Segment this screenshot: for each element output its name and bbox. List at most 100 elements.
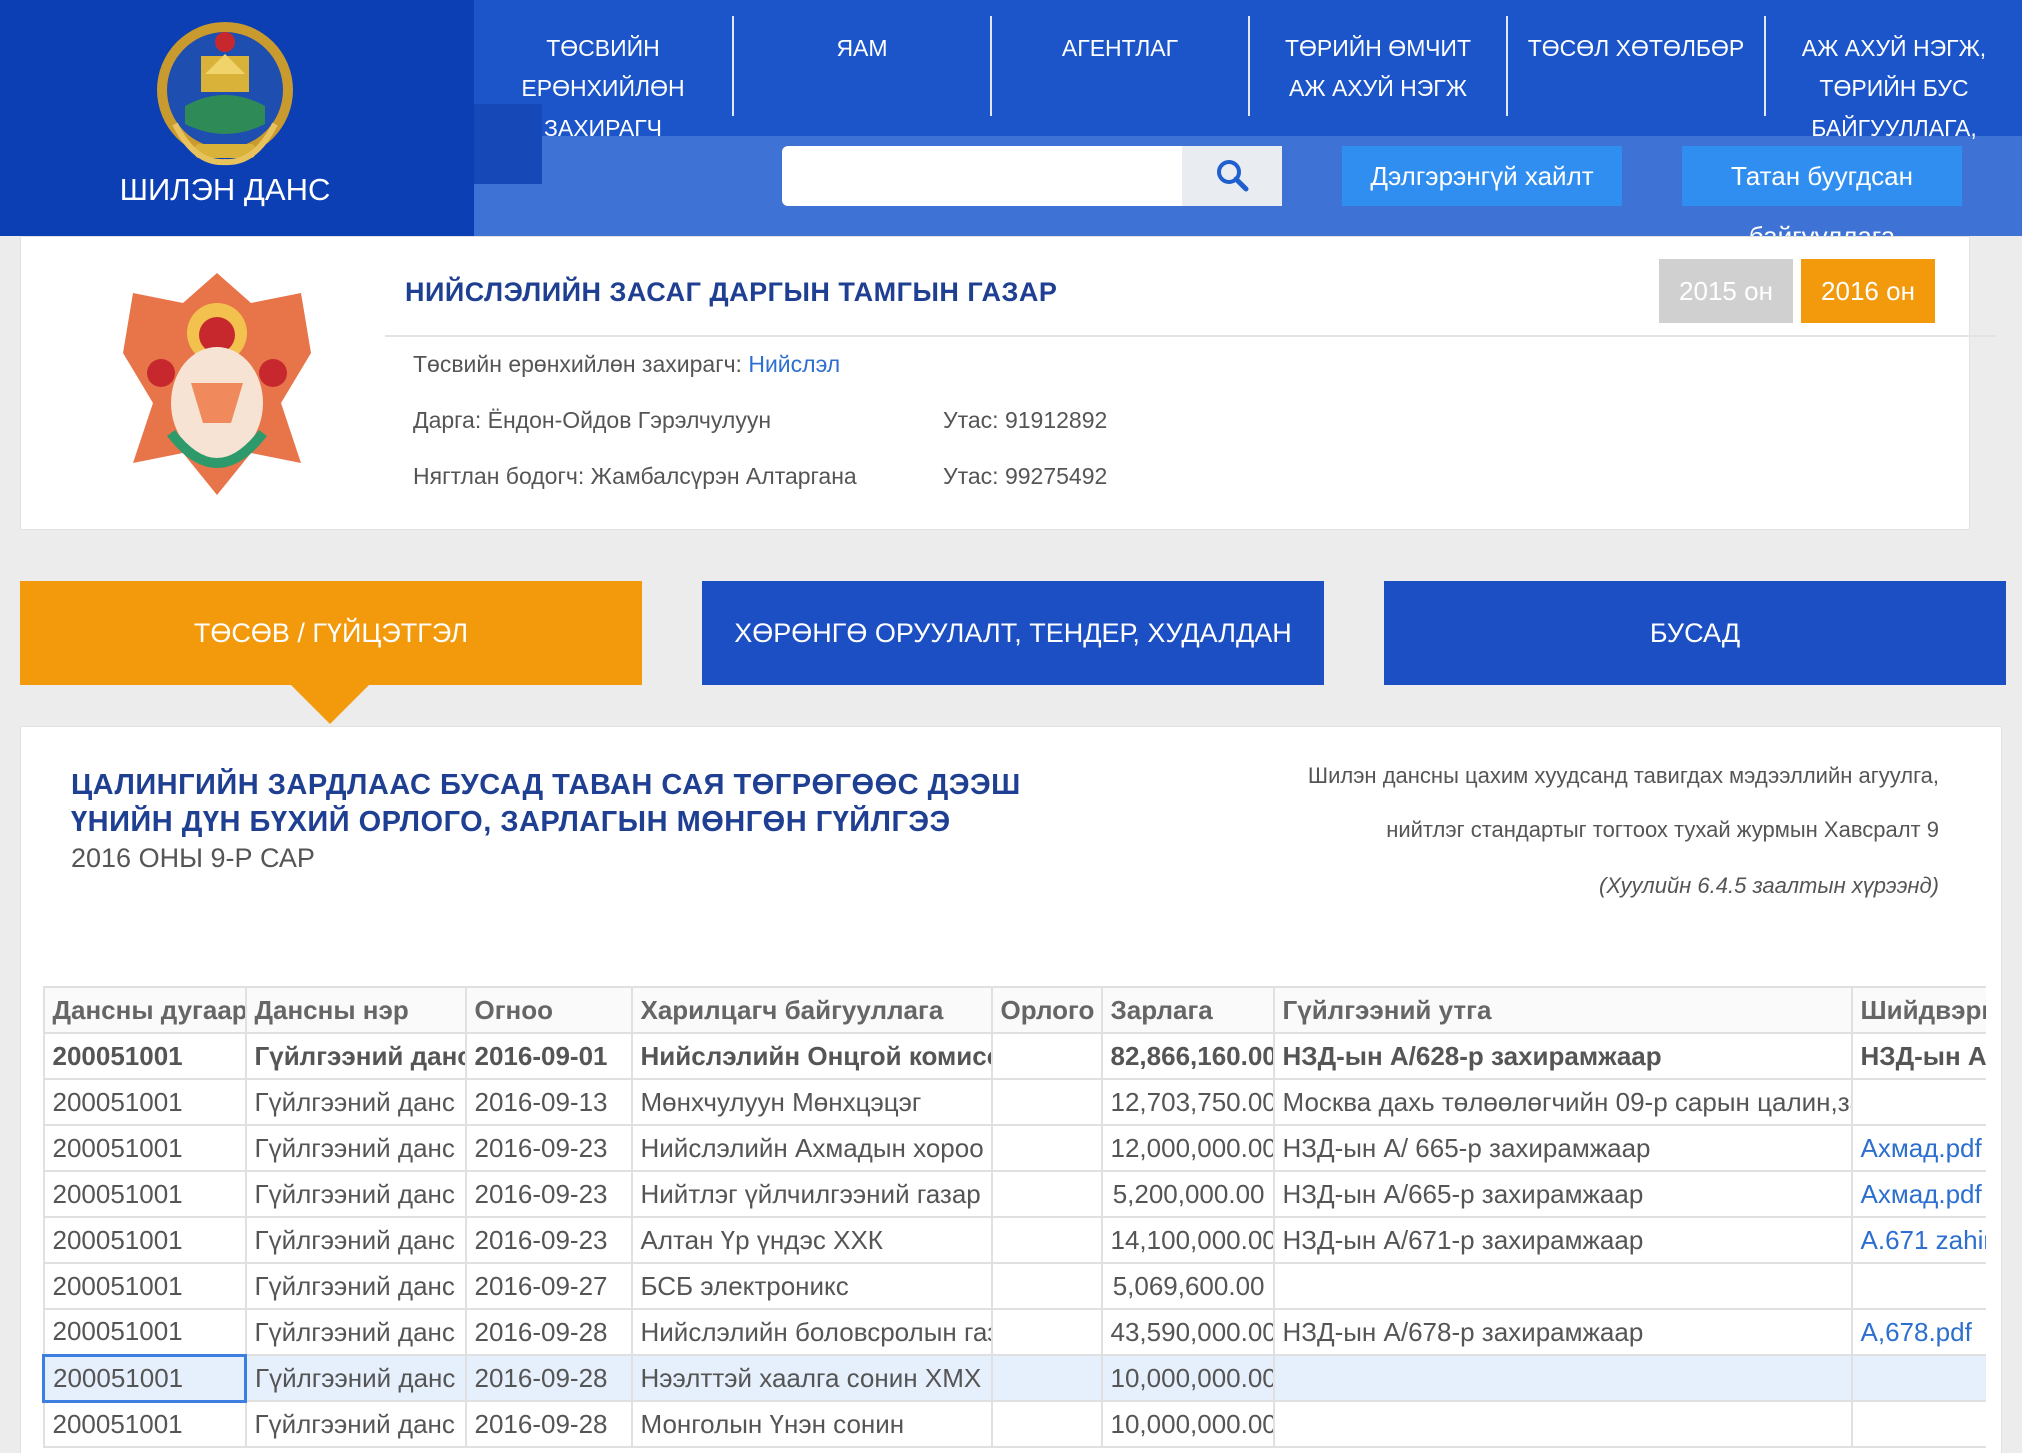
table-cell[interactable]: Ахмад.pdf	[1850, 1124, 1986, 1172]
table-cell	[1272, 1262, 1853, 1310]
nav-item-budget-manager[interactable]: Төсвийн ерөнхийлөн захирагч	[474, 14, 732, 141]
table-cell: 12,703,750.00	[1100, 1078, 1275, 1126]
table-row[interactable]: 200051001 Гүйлгээний данс 2016-09-27 БСБ эл…	[42, 1262, 1986, 1310]
transactions-table-container[interactable]: Дансны дугаар Дансны нэр Огноо Харилцагч…	[42, 986, 1986, 1453]
tab-budget-performance[interactable]: Төсөв / Гүйцэтгэл	[20, 581, 642, 685]
table-cell: Монголын Үнэн сонин	[630, 1400, 993, 1448]
table-row[interactable]: 200051001 Гүйлгээний данс 2016-09-28 Монгол…	[42, 1400, 1986, 1448]
tab-other[interactable]: Бусад	[1384, 581, 2006, 685]
search-button[interactable]	[1182, 146, 1282, 206]
year-2016-button[interactable]: 2016 он	[1801, 259, 1935, 323]
nav-item-ministry[interactable]: Яам	[734, 14, 990, 116]
table-cell[interactable]	[1850, 1400, 1986, 1448]
transactions-table: Дансны дугаар Дансны нэр Огноо Харилцагч…	[42, 986, 1986, 1448]
table-cell	[990, 1354, 1103, 1402]
table-cell: 10,000,000.00	[1100, 1400, 1275, 1448]
table-cell: 200051001	[42, 1308, 247, 1356]
column-header[interactable]: Дансны дугаар	[42, 986, 247, 1034]
active-tab-pointer	[290, 684, 370, 724]
nav-item-projects[interactable]: Төсөл хөтөлбөр	[1508, 14, 1764, 116]
table-row[interactable]: 200051001 Гүйлгээний данс 2016-09-13 Мөнхчу…	[42, 1078, 1986, 1126]
column-header[interactable]: Зарлага	[1100, 986, 1275, 1034]
nav-item-agency[interactable]: Агентлаг	[992, 14, 1248, 116]
table-cell	[1272, 1400, 1853, 1448]
main-nav: Төсвийн ерөнхийлөн захирагч Яам Агентлаг…	[474, 14, 2022, 181]
column-header[interactable]: Огноо	[464, 986, 633, 1034]
table-cell: 2016-09-27	[464, 1262, 633, 1310]
table-cell: Нээлттэй хаалга сонин ХМХ	[630, 1354, 993, 1402]
site-header: ШИЛЭН ДАНС Төсвийн ерөнхийлөн захирагч Я…	[0, 0, 2022, 251]
column-header[interactable]: Гүйлгээний утга	[1272, 986, 1853, 1034]
search-input[interactable]	[782, 146, 1182, 206]
table-cell: БСБ электроникс	[630, 1262, 993, 1310]
legal-note-1: Шилэн дансны цахим хуудсанд тавигдах мэд…	[1307, 763, 1939, 788]
table-cell: НЗД-ын А/628-р захирамжаар	[1272, 1032, 1853, 1080]
table-cell: 2016-09-01	[464, 1032, 633, 1080]
table-row[interactable]: 200051001 Гүйлгээний данс 2016-09-23 Алтан …	[42, 1216, 1986, 1264]
nav-item-companies-ngo[interactable]: Аж ахуй нэгж, төрийн бус байгууллага, ир…	[1766, 14, 2022, 181]
year-2015-button[interactable]: 2015 он	[1659, 259, 1793, 323]
table-cell: НЗД-ын А/665-р захирамжаар	[1272, 1170, 1853, 1218]
table-cell[interactable]	[1850, 1262, 1986, 1310]
table-cell: Нийтлэг үйлчилгээний газар	[630, 1170, 993, 1218]
table-cell: Нийслэлийн боловсролын газар	[630, 1308, 993, 1356]
search-icon	[1217, 159, 1249, 191]
logo-link[interactable]: ШИЛЭН ДАНС	[0, 0, 474, 236]
table-cell: Гүйлгээний данс	[244, 1216, 467, 1264]
table-cell: 200051001	[42, 1078, 247, 1126]
table-cell[interactable]: Ахмад.pdf	[1850, 1170, 1986, 1218]
column-header[interactable]: Шийдвэрийн хавсралт	[1850, 986, 1986, 1034]
organization-card: НИЙСЛЭЛИЙН ЗАСАГ ДАРГЫН ТАМГЫН ГАЗАР 201…	[20, 236, 1997, 530]
table-cell: Гүйлгээний данс	[244, 1078, 467, 1126]
liquidated-org-button[interactable]: Татан буугдсан байгууллага	[1682, 146, 1962, 251]
table-row[interactable]: 200051001 Гүйлгээний данс 2016-09-28 Нээлтт…	[42, 1353, 1986, 1403]
table-cell: Гүйлгээний данс	[244, 1354, 467, 1402]
table-cell[interactable]	[1850, 1354, 1986, 1402]
org-divider	[385, 335, 1997, 337]
table-cell: Гүйлгээний данс	[244, 1032, 467, 1080]
table-cell: 43,590,000.00	[1100, 1308, 1275, 1356]
table-cell: 200051001	[42, 1400, 247, 1448]
report-title: ЦАЛИНГИЙН ЗАРДЛААС БУСАД ТАВАН САЯ ТӨГРӨ…	[71, 769, 1021, 838]
table-cell: 200051001	[42, 1262, 247, 1310]
table-cell	[990, 1170, 1103, 1218]
table-cell: Гүйлгээний данс	[244, 1308, 467, 1356]
table-cell: 2016-09-13	[464, 1078, 633, 1126]
table-cell: 2016-09-28	[464, 1354, 633, 1402]
table-cell: 12,000,000.00	[1100, 1124, 1275, 1172]
nav-item-state-enterprise[interactable]: Төрийн өмчит аж ахуй нэгж	[1250, 14, 1506, 116]
table-cell: 2016-09-23	[464, 1170, 633, 1218]
table-row[interactable]: 200051001 Гүйлгээний данс 2016-09-01 Нийслэ…	[42, 1032, 1986, 1080]
budget-manager-label: Төсвийн ерөнхийлөн захирагч:	[413, 351, 749, 377]
table-cell: 82,866,160.00	[1100, 1032, 1275, 1080]
table-cell: 2016-09-28	[464, 1400, 633, 1448]
table-cell: НЗД-ын А/678-р захирамжаар	[1272, 1308, 1853, 1356]
table-cell: Алтан Үр үндэс ХХК	[630, 1216, 993, 1264]
table-cell[interactable]	[1850, 1078, 1986, 1126]
table-cell: 14,100,000.00	[1100, 1216, 1275, 1264]
budget-manager-link[interactable]: Нийслэл	[748, 351, 840, 377]
table-cell: Гүйлгээний данс	[244, 1262, 467, 1310]
table-row[interactable]: 200051001 Гүйлгээний данс 2016-09-23 Нийтлэ…	[42, 1170, 1986, 1218]
head-phone: Утас: 91912892	[943, 407, 1108, 433]
accountant-phone: Утас: 99275492	[943, 463, 1108, 489]
column-header[interactable]: Орлого	[990, 986, 1103, 1034]
table-cell[interactable]: А.671 zahiramj.pdf	[1850, 1216, 1986, 1264]
table-row[interactable]: 200051001 Гүйлгээний данс 2016-09-28 Нийслэ…	[42, 1308, 1986, 1356]
table-row[interactable]: 200051001 Гүйлгээний данс 2016-09-23 Нийслэ…	[42, 1124, 1986, 1172]
legal-note-3: (Хуулийн 6.4.5 заалтын хүрээнд)	[1599, 873, 1939, 898]
site-title: ШИЛЭН ДАНС	[119, 172, 331, 207]
table-cell	[990, 1032, 1103, 1080]
table-cell: 200051001	[42, 1170, 247, 1218]
table-cell	[990, 1262, 1103, 1310]
tab-investment-tender[interactable]: Хөрөнгө оруулалт, тендер, худалдан авалт	[702, 581, 1324, 752]
table-cell: 5,200,000.00	[1100, 1170, 1275, 1218]
table-cell[interactable]: НЗД-ын А,628.pdf	[1850, 1032, 1986, 1080]
table-cell[interactable]: А,678.pdf	[1850, 1308, 1986, 1356]
column-header[interactable]: Дансны нэр	[244, 986, 467, 1034]
table-cell: Гүйлгээний данс	[244, 1400, 467, 1448]
column-header[interactable]: Харилцагч байгууллага	[630, 986, 993, 1034]
table-cell: 200051001	[42, 1353, 247, 1403]
advanced-search-button[interactable]: Дэлгэрэнгүй хайлт	[1342, 146, 1622, 206]
budget-manager-line: Төсвийн ерөнхийлөн захирагч: Нийслэл	[413, 351, 840, 378]
